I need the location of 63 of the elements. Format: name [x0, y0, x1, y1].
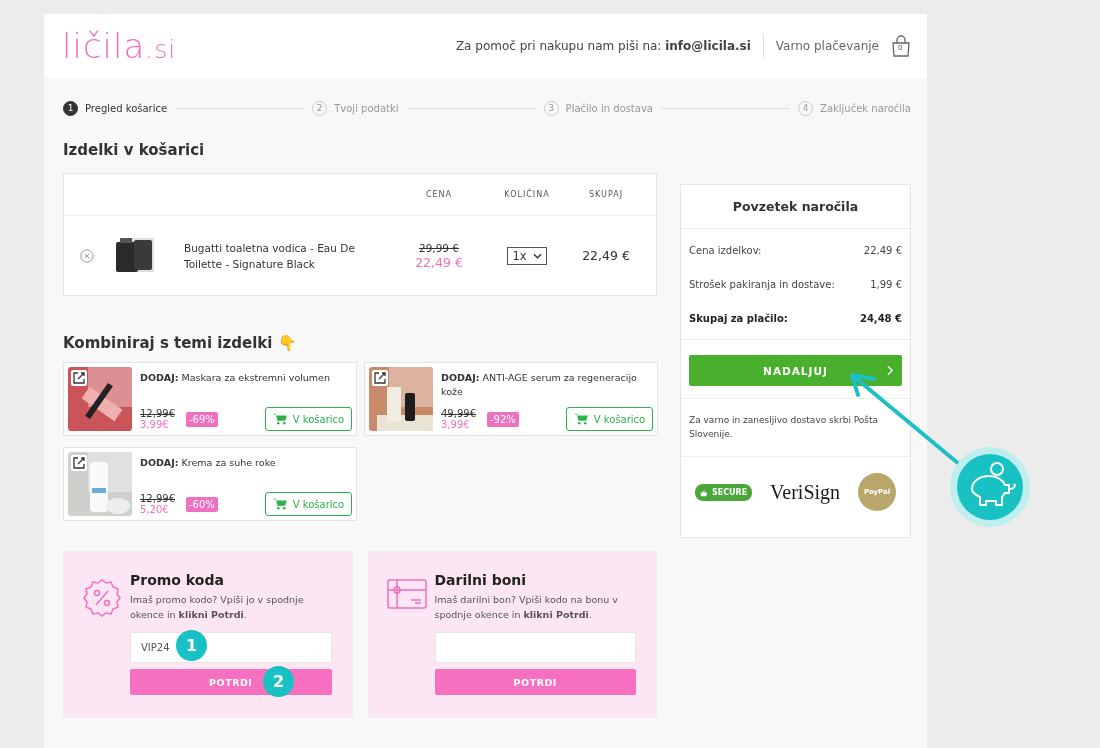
gift-card-icon — [386, 578, 427, 610]
column-header: SKUPAJ — [587, 190, 625, 199]
checkout-step[interactable]: 1 Pregled košarice — [63, 100, 168, 116]
section-title: Kombiniraj s temi izdelki — [63, 334, 273, 352]
product-name: DODAJ: ANTI-AGE serum za regeneracijo kože — [441, 371, 638, 399]
column-header: KOLIČINA — [503, 190, 551, 199]
column-header: CENA — [424, 190, 454, 199]
add-to-cart-button[interactable]: V košarico — [265, 492, 352, 516]
sale-price: 22,49 € — [415, 254, 463, 270]
chevron-right-icon — [887, 365, 894, 376]
sale-price: 5,20€ — [140, 504, 170, 515]
add-to-cart-button[interactable]: V košarico — [566, 407, 653, 431]
delivery-note: Za varno in zanesljivo dostavo skrbi Pošta Slovenije. — [681, 399, 910, 457]
line-total: 22,49 € — [581, 248, 631, 263]
cart-icon — [272, 413, 287, 425]
summary-label: Skupaj za plačilo: — [689, 312, 788, 324]
panel-title: Promo koda — [130, 572, 225, 588]
edit-icon[interactable] — [71, 455, 87, 471]
code-input[interactable] — [434, 632, 636, 663]
secure-badge: SECURE — [695, 483, 753, 501]
discount-badge: -92% — [487, 411, 519, 427]
piggy-bank-icon — [950, 447, 1030, 527]
secure-payment-label: Varno plačevanje — [775, 39, 879, 53]
checkout-step[interactable]: 2 Tvoji podatki — [312, 100, 399, 116]
edit-icon[interactable] — [372, 370, 388, 386]
summary-value: 22,49 € — [863, 244, 902, 256]
old-price: 12,99€ — [140, 408, 176, 419]
checkout-step[interactable]: 3 Plačilo in dostava — [543, 100, 653, 116]
product-name[interactable]: Bugatti toaletna vodica - Eau De Toilette - Signature Black — [184, 239, 394, 272]
old-price: 29,99 € — [418, 241, 460, 254]
cart-icon — [573, 413, 588, 425]
summary-value: 1,99 € — [870, 278, 902, 290]
product-name: DODAJ: Krema za suhe roke — [140, 456, 277, 470]
confirm-button[interactable]: POTRDI — [434, 669, 636, 695]
summary-value: 24,48 € — [859, 312, 902, 324]
checkout-step[interactable]: 4 Zaključek naročila — [798, 100, 911, 116]
product-name: DODAJ: Maskara za ekstremni volumen — [140, 371, 331, 385]
summary-label: Cena izdelkov: — [689, 244, 762, 256]
edit-icon[interactable] — [71, 370, 87, 386]
discount-badge: -60% — [186, 496, 218, 512]
remove-icon[interactable] — [80, 248, 94, 263]
sale-price: 3,99€ — [441, 419, 471, 430]
logo[interactable]: ličila.si — [62, 29, 177, 63]
panel-title: Darilni boni — [434, 572, 528, 588]
continue-button[interactable]: NADALJUJ — [689, 355, 902, 386]
pointing-hand-emoji: 👇 — [277, 334, 297, 352]
summary-label: Strošek pakiranja in dostave: — [689, 278, 835, 290]
discount-icon — [82, 578, 122, 618]
panel-description: Imaš promo kodo? Vpiši jo v spodnje okence in klikni Potrdi. — [130, 593, 305, 622]
sale-price: 3,99€ — [140, 419, 170, 430]
step-number-marker: 2 — [263, 666, 294, 697]
panel-title: Povzetek naročila — [681, 185, 910, 229]
verisign-logo: VeriSign — [770, 480, 841, 504]
panel-description: Imaš darilni bon? Vpiši kodo na bonu v spodnje okence in klikni Potrdi. — [434, 593, 619, 622]
section-title: Izdelki v košarici — [63, 141, 206, 159]
cart-icon — [272, 498, 287, 510]
chevron-down-icon — [532, 252, 542, 259]
discount-badge: -69% — [186, 411, 218, 427]
help-text: Za pomoč pri nakupu nam piši na: info@licila.si — [455, 39, 751, 53]
old-price: 12,99€ — [140, 493, 176, 504]
old-price: 49,99€ — [441, 408, 477, 419]
add-to-cart-button[interactable]: V košarico — [265, 407, 352, 431]
quantity-select[interactable]: 1x — [507, 246, 547, 265]
